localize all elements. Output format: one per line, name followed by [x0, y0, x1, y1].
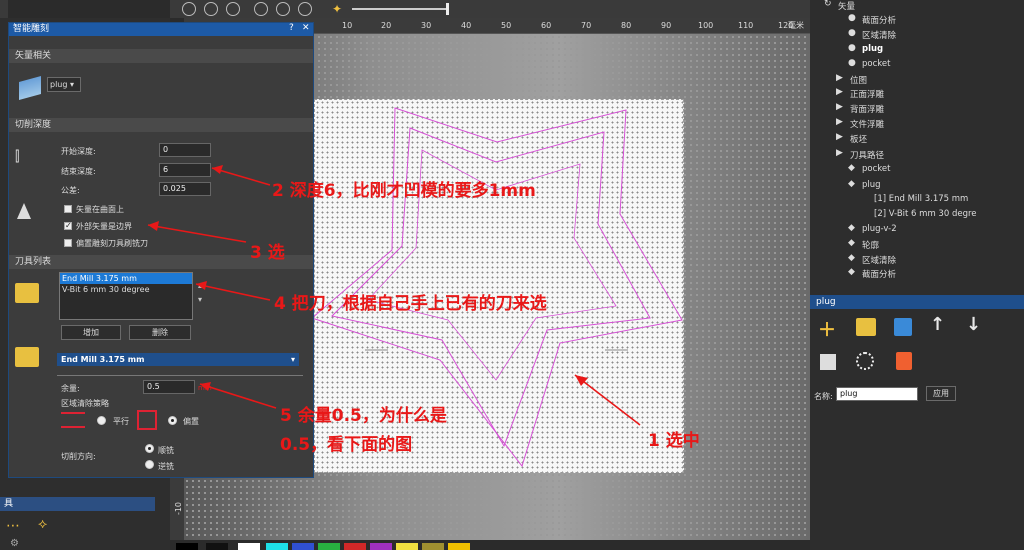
annotation-4: 4 把刀，根据自己手上已有的刀来选	[274, 294, 547, 314]
annotation-2: 2 深度6，比刚才凹模的要多1mm	[272, 181, 536, 201]
annotation-5b: 0.5，看下面的图	[280, 435, 413, 455]
arrow-5-head	[200, 382, 211, 391]
arrow-4-head	[196, 281, 207, 290]
arrow-3-head	[148, 221, 159, 231]
annotation-1: 1 选中	[648, 431, 700, 451]
annotation-3: 3 选	[250, 243, 285, 263]
arrow-5	[199, 383, 277, 409]
annotation-5a: 5 余量0.5，为什么是	[280, 406, 447, 426]
arrow-3	[147, 224, 247, 243]
arrow-1	[574, 374, 641, 426]
annotation-arrows	[147, 165, 641, 426]
arrow-4	[195, 283, 271, 301]
arrow-2-head	[212, 165, 223, 174]
